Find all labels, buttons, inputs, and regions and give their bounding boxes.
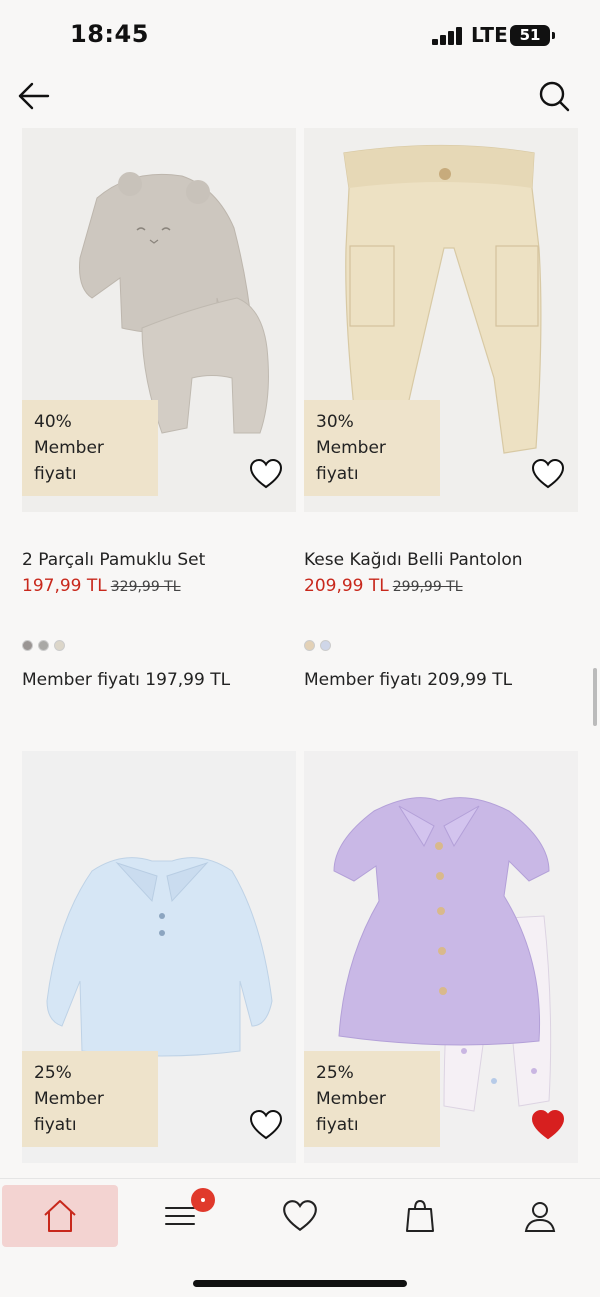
product-name[interactable]: Kese Kağıdı Belli Pantolon <box>304 550 578 570</box>
top-nav <box>0 70 600 126</box>
arrow-left-icon <box>18 82 50 110</box>
product-prices: 209,99 TL 299,99 TL <box>304 576 578 596</box>
heart-outline-icon <box>249 1109 283 1140</box>
tab-home[interactable] <box>2 1185 118 1247</box>
member-price: Member fiyatı 209,99 TL <box>304 670 513 690</box>
tab-favorites[interactable] <box>242 1185 358 1247</box>
color-swatch[interactable] <box>22 640 33 651</box>
original-price: 299,99 TL <box>392 579 463 595</box>
favorite-button[interactable] <box>248 1107 284 1143</box>
sale-price: 197,99 TL <box>22 576 107 596</box>
back-button[interactable] <box>16 78 52 114</box>
product-card[interactable]: 30% Member fiyatı Kese Kağıdı Belli Pant… <box>304 128 578 690</box>
favorite-button[interactable] <box>248 456 284 492</box>
color-swatches <box>304 636 578 651</box>
account-icon <box>524 1202 556 1232</box>
home-indicator <box>193 1280 407 1287</box>
home-icon <box>44 1200 76 1232</box>
battery-icon: 51 <box>510 25 555 46</box>
product-image[interactable]: 25% Member fiyatı <box>22 751 296 1163</box>
color-swatch[interactable] <box>304 640 315 651</box>
heart-filled-icon <box>531 1109 565 1140</box>
search-button[interactable] <box>536 78 572 114</box>
scroll-indicator[interactable] <box>593 668 597 726</box>
product-grid: 40% Member fiyatı 2 Parçalı Pamuklu Set … <box>0 128 600 1178</box>
product-name[interactable]: 2 Parçalı Pamuklu Set <box>22 550 296 570</box>
member-discount-badge: 25% Member fiyatı <box>304 1051 440 1147</box>
product-card[interactable]: 40% Member fiyatı 2 Parçalı Pamuklu Set … <box>22 128 296 690</box>
color-swatches <box>22 636 296 651</box>
member-price: Member fiyatı 197,99 TL <box>22 670 231 690</box>
bag-icon <box>406 1200 434 1232</box>
color-swatch[interactable] <box>54 640 65 651</box>
favorite-button[interactable] <box>530 456 566 492</box>
tab-account[interactable] <box>482 1185 598 1247</box>
product-image[interactable]: 25% Member fiyatı <box>304 751 578 1163</box>
product-image[interactable]: 40% Member fiyatı <box>22 128 296 512</box>
notification-badge <box>191 1188 215 1212</box>
tab-menu[interactable] <box>122 1185 238 1247</box>
original-price: 329,99 TL <box>110 579 181 595</box>
member-discount-badge: 30% Member fiyatı <box>304 400 440 496</box>
tab-bag[interactable] <box>362 1185 478 1247</box>
status-bar: 18:45 LTE 51 <box>0 0 600 70</box>
search-icon <box>539 81 570 112</box>
network-label: LTE <box>471 23 508 47</box>
product-card[interactable]: 25% Member fiyatı <box>22 751 296 1163</box>
sale-price: 209,99 TL <box>304 576 389 596</box>
product-card[interactable]: 25% Member fiyatı <box>304 751 578 1163</box>
product-image[interactable]: 30% Member fiyatı <box>304 128 578 512</box>
status-time: 18:45 <box>70 20 149 48</box>
heart-icon <box>283 1200 317 1232</box>
product-prices: 197,99 TL 329,99 TL <box>22 576 296 596</box>
bottom-nav <box>0 1178 600 1297</box>
member-discount-badge: 25% Member fiyatı <box>22 1051 158 1147</box>
heart-outline-icon <box>531 458 565 489</box>
signal-icon <box>432 27 466 45</box>
favorite-button[interactable] <box>530 1107 566 1143</box>
color-swatch[interactable] <box>320 640 331 651</box>
color-swatch[interactable] <box>38 640 49 651</box>
member-discount-badge: 40% Member fiyatı <box>22 400 158 496</box>
heart-outline-icon <box>249 458 283 489</box>
